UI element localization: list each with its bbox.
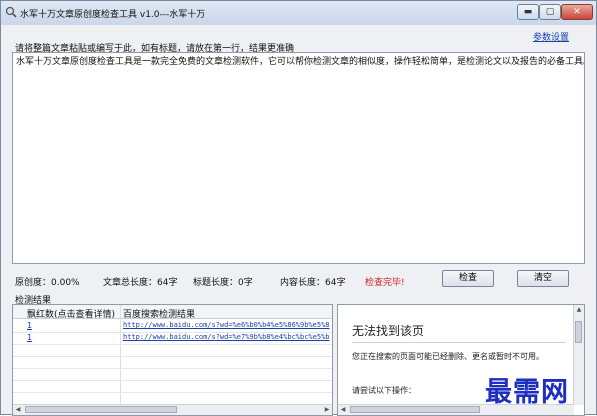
close-icon: ✕ [573, 7, 581, 17]
maximize-button[interactable]: ▢ [539, 4, 561, 20]
results-grid[interactable]: 飘红数(点击查看详情) 百度搜索检测结果 1 http://www.baidu.… [12, 304, 333, 416]
column-header-result[interactable]: 百度搜索检测结果 [123, 307, 195, 320]
close-button[interactable]: ✕ [561, 4, 593, 20]
title-length-stat: 标题长度：0字 [193, 278, 253, 288]
app-window: 水军十万文章原创度检查工具 v1.0---水军十万 ▬ ▢ ✕ 参数设置 请将整… [0, 0, 597, 416]
status-text: 检查完毕! [365, 278, 405, 288]
row-url-link[interactable]: http://www.baidu.com/s?wd=%e7%9b%b8%e4%b… [123, 333, 330, 341]
article-textarea[interactable]: 水军十万文章原创度检查工具是一款完全免费的文章检测软件，它可以帮你检测文章的相似… [12, 52, 585, 264]
check-button[interactable]: 检查 [442, 270, 494, 287]
table-row[interactable]: 1 http://www.baidu.com/s?wd=%e7%9b%b8%e4… [13, 333, 332, 345]
watermark-logo: 最需网 [485, 377, 569, 408]
window-title: 水军十万文章原创度检查工具 v1.0---水军十万 [20, 10, 206, 20]
minimize-icon: ▬ [523, 7, 533, 17]
row-url-link[interactable]: http://www.baidu.com/s?wd=%e6%b0%b4%e5%8… [123, 321, 330, 329]
column-header-count[interactable]: 飘红数(点击查看详情) [27, 307, 115, 320]
table-row-empty [13, 369, 332, 381]
maximize-icon: ▢ [545, 7, 555, 17]
scroll-thumb[interactable] [575, 321, 582, 343]
table-row[interactable]: 1 http://www.baidu.com/s?wd=%e6%b0%b4%e5… [13, 321, 332, 333]
scroll-right-icon[interactable]: ▶ [322, 405, 332, 414]
row-count-link[interactable]: 1 [27, 333, 32, 342]
browser-vertical-scrollbar[interactable]: ▲ [573, 305, 584, 405]
title-bar[interactable]: 水军十万文章原创度检查工具 v1.0---水军十万 ▬ ▢ ✕ [1, 1, 596, 25]
settings-link[interactable]: 参数设置 [533, 30, 569, 43]
originality-stat: 原创度：0.00% [15, 278, 80, 288]
clear-button[interactable]: 清空 [517, 270, 569, 287]
error-message: 您正在搜索的页面可能已经删除、更名或暂时不可用。 [352, 352, 544, 361]
scroll-left-icon[interactable]: ◀ [338, 405, 348, 414]
row-count-link[interactable]: 1 [27, 321, 32, 330]
total-length-stat: 文章总长度：64字 [103, 278, 178, 288]
content-length-stat: 内容长度：64字 [280, 278, 346, 288]
minimize-button[interactable]: ▬ [517, 4, 539, 20]
search-icon [5, 6, 17, 18]
grid-header: 飘红数(点击查看详情) 百度搜索检测结果 [13, 305, 332, 320]
table-row-empty [13, 357, 332, 369]
scroll-thumb[interactable] [25, 406, 177, 413]
error-title: 无法找到该页 [352, 324, 425, 338]
try-text: 请尝试以下操作： [352, 386, 416, 395]
table-row-empty [13, 381, 332, 393]
grid-horizontal-scrollbar[interactable]: ◀ ▶ [13, 404, 332, 415]
table-row-empty [13, 345, 332, 357]
scroll-thumb[interactable] [350, 406, 480, 413]
scroll-left-icon[interactable]: ◀ [13, 405, 23, 414]
divider [352, 342, 566, 343]
scroll-up-icon[interactable]: ▲ [574, 305, 584, 314]
